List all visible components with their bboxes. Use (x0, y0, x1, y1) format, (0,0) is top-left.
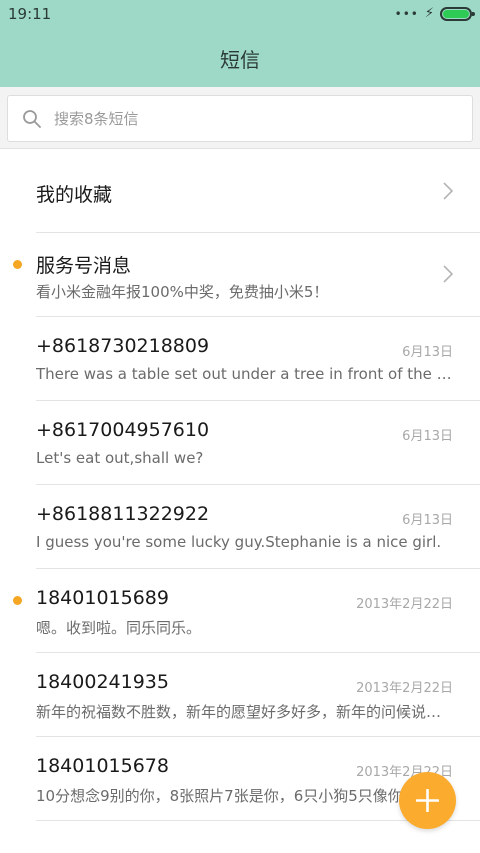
service-messages-row[interactable]: 服务号消息 看小米金融年报100%中奖，免费抽小米5！ (0, 233, 480, 317)
conversation-date: 2013年2月22日 (356, 681, 453, 696)
conversation-name: 18401015678 (36, 755, 169, 777)
conversation-name: +8618730218809 (36, 335, 210, 357)
search-bar (0, 87, 480, 149)
conversation-name: +8618811322922 (36, 503, 210, 525)
page-title: 短信 (220, 48, 260, 72)
search-icon (23, 110, 41, 128)
conversation-name: 18400241935 (36, 671, 169, 693)
favorites-label: 我的收藏 (36, 184, 113, 206)
unread-dot-icon (13, 260, 22, 269)
conversation-name: +8617004957610 (36, 419, 210, 441)
plus-icon (416, 789, 439, 812)
conversation-date: 6月13日 (402, 429, 453, 444)
chevron-right-icon (443, 265, 454, 283)
conversation-row[interactable]: +8618730218809 6月13日 There was a table s… (0, 317, 480, 401)
favorites-row[interactable]: 我的收藏 (0, 150, 480, 233)
conversation-date: 6月13日 (402, 513, 453, 528)
search-box[interactable] (7, 95, 473, 142)
service-messages-name: 服务号消息 (36, 255, 132, 277)
conversation-snippet: Let's eat out,shall we? (36, 449, 204, 467)
signal-dots-icon: ••• (394, 7, 419, 21)
status-icons: ••• ⚡ (394, 6, 475, 22)
search-input[interactable] (54, 96, 454, 141)
charging-icon: ⚡ (424, 6, 434, 21)
chevron-right-icon (443, 182, 454, 200)
conversation-row[interactable]: +8618811322922 6月13日 I guess you're some… (0, 485, 480, 569)
battery-icon (440, 7, 475, 21)
conversation-date: 6月13日 (402, 345, 453, 360)
conversation-snippet: 嗯。收到啦。同乐同乐。 (36, 619, 202, 637)
conversation-row[interactable]: 18400241935 2013年2月22日 新年的祝福数不胜数，新年的愿望好多… (0, 653, 480, 737)
conversation-snippet: There was a table set out under a tree i… (36, 365, 454, 383)
service-messages-snippet: 看小米金融年报100%中奖，免费抽小米5！ (36, 283, 329, 301)
compose-button[interactable] (399, 772, 456, 829)
conversation-name: 18401015689 (36, 587, 169, 609)
conversation-date: 2013年2月22日 (356, 597, 453, 612)
conversation-snippet: 10分想念9别的你，8张照片7张是你，6只小狗5只像你 (36, 787, 403, 805)
status-bar: 19:11 ••• ⚡ (0, 0, 480, 28)
status-time: 19:11 (8, 5, 52, 23)
unread-dot-icon (13, 596, 22, 605)
conversation-list: 我的收藏 服务号消息 看小米金融年报100%中奖，免费抽小米5！ +861873… (0, 150, 480, 821)
conversation-snippet: 新年的祝福数不胜数，新年的愿望好多好多，新年的问候说也说不完 (36, 703, 454, 721)
conversation-row[interactable]: +8617004957610 6月13日 Let's eat out,shall… (0, 401, 480, 485)
app-header: 19:11 ••• ⚡ 短信 (0, 0, 480, 87)
conversation-row[interactable]: 18401015689 2013年2月22日 嗯。收到啦。同乐同乐。 (0, 569, 480, 653)
conversation-snippet: I guess you're some lucky guy.Stephanie … (36, 533, 442, 551)
